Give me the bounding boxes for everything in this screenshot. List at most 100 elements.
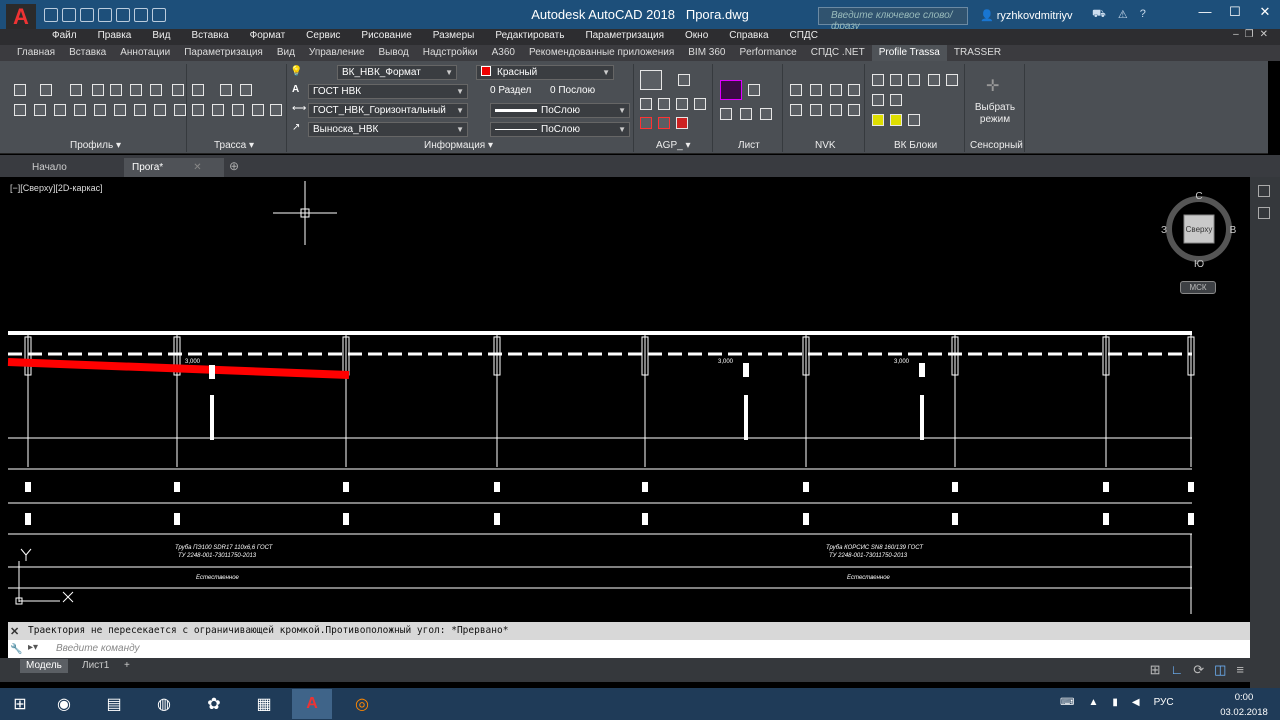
tab-sheet1[interactable]: Лист1 [76, 659, 115, 673]
panel-trassa-label[interactable]: Трасса ▾ [214, 140, 254, 151]
profile-tool-icon[interactable] [70, 84, 82, 96]
nvk-tool-icon[interactable] [848, 84, 860, 96]
ribbon-tab[interactable]: Параметризация [177, 45, 270, 61]
light-bulb-icon[interactable]: 💡 [290, 66, 302, 77]
exchange-icon[interactable]: ⚠ [1118, 8, 1128, 22]
viewcube-face[interactable]: Сверху [1186, 225, 1213, 234]
panel-agp-label[interactable]: AGP_ ▾ [656, 140, 690, 151]
vk-block-icon[interactable] [872, 74, 884, 86]
menu-item[interactable]: Рисование [361, 29, 411, 45]
clock[interactable]: 0:00 03.02.2018 [1218, 692, 1270, 719]
close-command-line-icon[interactable]: ✕ [10, 625, 19, 638]
profile-tool-icon[interactable] [110, 84, 122, 96]
trassa-tool-icon[interactable] [270, 104, 282, 116]
autocad-logo-icon[interactable]: A [6, 4, 36, 30]
trassa-tool-icon[interactable] [252, 104, 264, 116]
profile-tool-icon[interactable] [154, 104, 166, 116]
menu-item[interactable]: Окно [685, 29, 708, 45]
menu-item[interactable]: Размеры [433, 29, 475, 45]
agp-tool-icon[interactable] [640, 98, 652, 110]
vk-block-icon[interactable] [890, 74, 902, 86]
trassa-tool-icon[interactable] [212, 104, 224, 116]
agp-tool-icon[interactable] [694, 98, 706, 110]
compass-south[interactable]: Ю [1194, 259, 1204, 269]
profile-tool-icon[interactable] [74, 104, 86, 116]
redo-icon[interactable] [152, 8, 166, 22]
ribbon-tab[interactable]: Управление [302, 45, 372, 61]
agp-tool-icon[interactable] [678, 74, 690, 86]
profile-tool-icon[interactable] [14, 84, 26, 96]
sheet-large-icon[interactable] [720, 80, 742, 100]
linetype-combo[interactable]: ПоСлою ▼ [490, 122, 630, 137]
profile-tool-icon[interactable] [174, 104, 186, 116]
autocad-taskbar-icon[interactable]: A [292, 689, 332, 719]
panel-profile-label[interactable]: Профиль ▾ [70, 140, 121, 151]
ribbon-tab[interactable]: A360 [485, 45, 522, 61]
trassa-tool-icon[interactable] [220, 84, 232, 96]
cart-icon[interactable]: ⛟ [1092, 8, 1106, 22]
nvk-tool-icon[interactable] [830, 84, 842, 96]
maximize-button[interactable]: ☐ [1220, 0, 1250, 24]
pan-icon[interactable] [1258, 207, 1270, 219]
wrench-icon[interactable]: 🔧 [10, 644, 22, 655]
panel-sensor-label[interactable]: Сенсорный [970, 140, 1023, 151]
profile-tool-icon[interactable] [92, 84, 104, 96]
ucs-menu[interactable]: МСК [1180, 281, 1216, 294]
save-icon[interactable] [80, 8, 94, 22]
agp-tool-icon[interactable] [658, 98, 670, 110]
ribbon-tab[interactable]: СПДС .NET [804, 45, 872, 61]
sheet-tool-icon[interactable] [748, 84, 760, 96]
search-input[interactable]: Введите ключевое слово/фразу [818, 7, 968, 32]
trassa-tool-icon[interactable] [192, 104, 204, 116]
profile-tool-icon[interactable] [40, 84, 52, 96]
tab-model[interactable]: Модель [20, 659, 68, 673]
menu-item[interactable]: Сервис [306, 29, 340, 45]
dim-style-combo[interactable]: ГОСТ_НВК_Горизонтальный ▼ [308, 103, 468, 118]
osnap-icon[interactable]: ◫ [1214, 662, 1226, 678]
nvk-tool-icon[interactable] [848, 104, 860, 116]
sheet-tool-icon[interactable] [760, 108, 772, 120]
profile-tool-icon[interactable] [150, 84, 162, 96]
agp-delete-icon[interactable] [658, 117, 670, 129]
command-input[interactable]: ▸▾ Введите команду [8, 640, 1250, 658]
network-icon[interactable]: ▮ [1112, 697, 1118, 708]
layer-combo[interactable]: ВК_НВК_Формат ▼ [337, 65, 457, 80]
selected-polyline[interactable] [7, 358, 350, 379]
tray-arrow-icon[interactable]: ▲ [1088, 697, 1098, 708]
user-account[interactable]: 👤 ryzhkovdmitriyv [980, 9, 1073, 22]
tab-start[interactable]: Начало [24, 158, 75, 177]
profile-tool-icon[interactable] [172, 84, 184, 96]
open-file-icon[interactable] [62, 8, 76, 22]
agp-delete-icon[interactable] [640, 117, 652, 129]
ribbon-tab[interactable]: Вид [270, 45, 302, 61]
profile-tool-icon[interactable] [14, 104, 26, 116]
menu-item[interactable]: Формат [250, 29, 286, 45]
media-player-icon[interactable]: ◉ [44, 689, 84, 719]
trassa-tool-icon[interactable] [232, 104, 244, 116]
ribbon-tab[interactable]: Надстройки [416, 45, 485, 61]
nvk-tool-icon[interactable] [790, 104, 802, 116]
panel-vk-blocks-label[interactable]: ВК Блоки [894, 140, 937, 151]
vk-block-icon[interactable] [946, 74, 958, 86]
start-windows-icon[interactable]: ⊞ [0, 689, 40, 719]
profile-tool-icon[interactable] [130, 84, 142, 96]
ribbon-tab[interactable]: Вставка [62, 45, 113, 61]
agp-large-icon[interactable] [640, 70, 662, 90]
profile-tool-icon[interactable] [114, 104, 126, 116]
menu-item[interactable]: Параметризация [585, 29, 664, 45]
nvk-tool-icon[interactable] [830, 104, 842, 116]
grid-icon[interactable]: ⊞ [1150, 662, 1161, 678]
globe-icon[interactable]: ✿ [194, 689, 234, 719]
agp-delete-icon[interactable] [676, 117, 688, 129]
profile-tool-icon[interactable] [54, 104, 66, 116]
ribbon-tab[interactable]: Performance [733, 45, 804, 61]
vk-block-icon[interactable] [928, 74, 940, 86]
chrome-icon[interactable]: ◍ [144, 689, 184, 719]
panel-info-label[interactable]: Информация ▾ [424, 140, 493, 151]
panel-list-label[interactable]: Лист [738, 140, 760, 151]
nvk-tool-icon[interactable] [790, 84, 802, 96]
customize-icon[interactable]: ≡ [1236, 662, 1244, 678]
ribbon-tab[interactable]: TRASSER [947, 45, 1008, 61]
file-explorer-icon[interactable]: ▤ [94, 689, 134, 719]
ribbon-tab[interactable]: BIM 360 [681, 45, 732, 61]
